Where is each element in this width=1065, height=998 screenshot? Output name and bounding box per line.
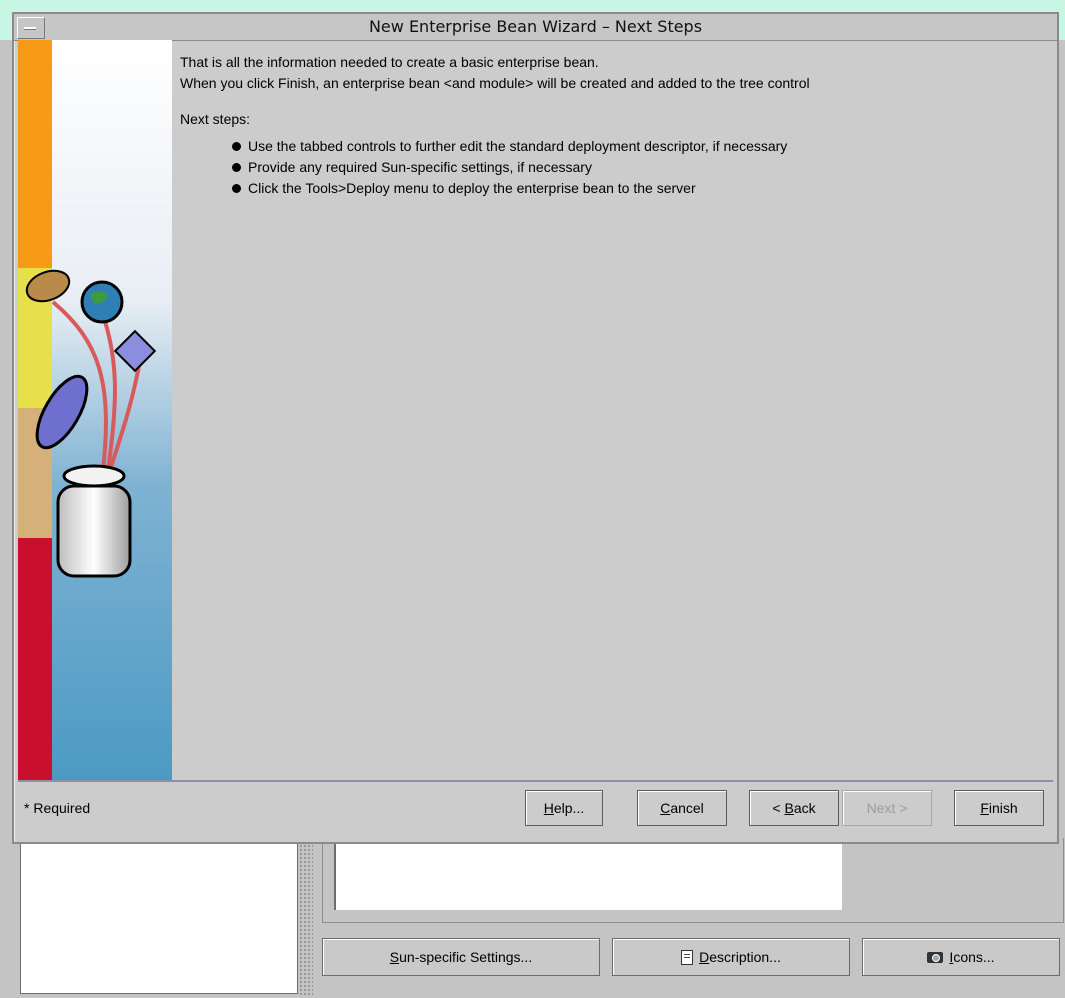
back-button[interactable]: < Back (749, 790, 839, 826)
bullet-icon (232, 142, 241, 151)
wizard-banner-image (18, 40, 172, 782)
wizard-content: That is all the information needed to cr… (180, 52, 1049, 782)
next-steps-list: Use the tabbed controls to further edit … (232, 136, 1049, 199)
list-item: Provide any required Sun-specific settin… (232, 157, 1049, 178)
document-icon (681, 949, 694, 965)
bullet-icon (232, 163, 241, 172)
intro-line-2: When you click Finish, an enterprise bea… (180, 75, 810, 91)
required-note: * Required (24, 800, 91, 816)
next-button[interactable]: Next > (842, 790, 932, 826)
sun-specific-settings-button[interactable]: Sun-specific Settings... (322, 938, 600, 976)
list-item: Use the tabbed controls to further edit … (232, 136, 1049, 157)
icons-button[interactable]: Icons... (862, 938, 1060, 976)
bullet-icon (232, 184, 241, 193)
intro-line-1: That is all the information needed to cr… (180, 54, 599, 70)
footer-separator (18, 780, 1053, 782)
tree-panel[interactable] (20, 840, 298, 994)
dialog-title: New Enterprise Bean Wizard – Next Steps (368, 17, 703, 36)
next-steps-heading: Next steps: (180, 111, 251, 127)
help-button[interactable]: Help... (525, 790, 603, 826)
split-pane-divider[interactable] (299, 840, 313, 996)
list-item: Click the Tools>Deploy menu to deploy th… (232, 178, 1049, 199)
cancel-button[interactable]: Cancel (637, 790, 727, 826)
camera-icon (927, 951, 944, 963)
title-bar[interactable]: New Enterprise Bean Wizard – Next Steps (14, 14, 1057, 41)
finish-button[interactable]: Finish (954, 790, 1044, 826)
info-text-area[interactable] (334, 838, 842, 910)
description-button[interactable]: Description... (612, 938, 850, 976)
wizard-dialog: New Enterprise Bean Wizard – Next Steps (12, 12, 1059, 844)
